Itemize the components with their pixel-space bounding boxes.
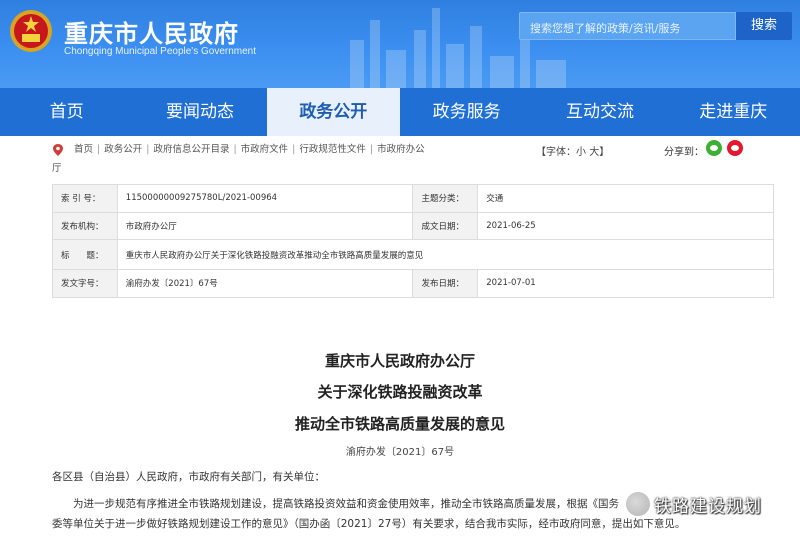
meta-title-label: 标 题： xyxy=(52,239,118,270)
meta-issuer-label: 发布机构： xyxy=(52,211,118,240)
breadcrumb: 首页 | 政务公开 | 政府信息公开目录 | 市政府文件 | 行政规范性文件 | 市政府办公 xyxy=(74,144,425,155)
font-size-small-button[interactable]: 小 xyxy=(576,147,586,158)
main-nav: 首页 要闻动态 政务公开 政务服务 互动交流 走进重庆 xyxy=(0,88,800,136)
meta-pubdate-value: 2021-07-01 xyxy=(477,269,774,298)
font-size-large-button[interactable]: 大 xyxy=(589,147,599,158)
weibo-icon[interactable] xyxy=(727,140,743,156)
font-size-close: 】 xyxy=(599,147,610,158)
site-title[interactable]: 重庆市人民政府 xyxy=(64,14,239,49)
watermark-logo-icon xyxy=(626,492,650,516)
share-label: 分享到： xyxy=(664,147,704,158)
meta-index-value: 11500000009275780L/2021-00964 xyxy=(116,184,414,213)
breadcrumb-gov-open[interactable]: 政务公开 xyxy=(104,144,142,155)
font-size-control: 【字体：小 大】 xyxy=(536,143,609,158)
nav-item-gov-affairs-open[interactable]: 政务公开 xyxy=(266,88,400,136)
meta-theme-label: 主题分类： xyxy=(412,184,479,213)
meta-pubdate-label: 发布日期： xyxy=(412,269,479,298)
doc-number: 渝府办发〔2021〕67号 xyxy=(345,447,455,458)
breadcrumb-city-docs[interactable]: 市政府文件 xyxy=(241,144,289,155)
meta-index-label: 索 引 号： xyxy=(52,184,118,213)
doc-title-line-1: 重庆市人民政府办公厅 xyxy=(324,352,475,370)
meta-docno-value: 渝府办发〔2021〕67号 xyxy=(116,269,414,298)
meta-date-value: 2021-06-25 xyxy=(477,211,774,240)
nav-item-news[interactable]: 要闻动态 xyxy=(133,88,266,136)
watermark-text: 铁路建设规划 xyxy=(654,497,762,517)
breadcrumb-wrap-line: 厅 xyxy=(52,162,92,176)
meta-theme-value: 交通 xyxy=(477,184,774,213)
meta-title-value: 重庆市人民政府办公厅关于深化铁路投融资改革推动全市铁路高质量发展的意见 xyxy=(116,239,775,270)
doc-salutation: 各区县（自治县）人民政府，市政府有关部门，有关单位： xyxy=(52,471,325,483)
search-button[interactable]: 搜索 xyxy=(736,12,792,40)
breadcrumb-home[interactable]: 首页 xyxy=(74,144,93,155)
nav-item-about-chongqing[interactable]: 走进重庆 xyxy=(667,88,800,136)
national-emblem-icon xyxy=(10,10,52,52)
doc-title-line-2: 关于深化铁路投融资改革 xyxy=(317,383,483,401)
meta-docno-label: 发文字号： xyxy=(52,269,118,298)
site-header: 重庆市人民政府 Chongqing Municipal People's Gov… xyxy=(0,0,800,88)
meta-issuer-value: 市政府办公厅 xyxy=(116,211,414,240)
breadcrumb-office-cont[interactable]: 厅 xyxy=(52,163,62,174)
search-input[interactable]: 搜索您想了解的政策/资讯/服务 xyxy=(519,12,736,40)
font-size-label: 【字体： xyxy=(536,147,576,158)
breadcrumb-catalog[interactable]: 政府信息公开目录 xyxy=(153,144,229,155)
nav-item-home[interactable]: 首页 xyxy=(0,88,133,136)
meta-date-label: 成文日期： xyxy=(412,211,479,240)
doc-title-line-3: 推动全市铁路高质量发展的意见 xyxy=(294,415,505,433)
wechat-icon[interactable] xyxy=(706,140,722,156)
document-meta-table: 索 引 号： 11500000009275780L/2021-00964 主题分… xyxy=(52,184,775,298)
nav-item-gov-services[interactable]: 政务服务 xyxy=(400,88,533,136)
breadcrumb-normative-docs[interactable]: 行政规范性文件 xyxy=(299,144,366,155)
breadcrumb-office[interactable]: 市政府办公 xyxy=(377,144,425,155)
site-subtitle: Chongqing Municipal People's Government xyxy=(64,46,257,57)
nav-item-interaction[interactable]: 互动交流 xyxy=(533,88,666,136)
watermark: 铁路建设规划 xyxy=(622,490,792,518)
